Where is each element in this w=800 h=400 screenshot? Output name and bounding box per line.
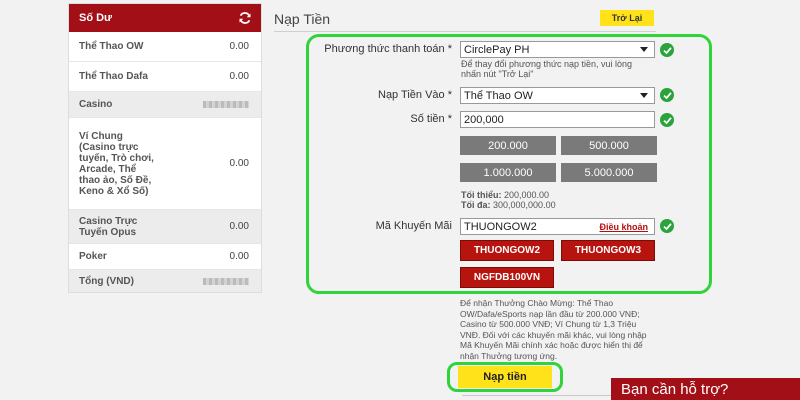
promo-code-button-1[interactable]: THUONGOW2 — [460, 240, 554, 261]
balance-row-common-wallet: Ví Chung (Casino trực tuyến, Trò chơi, A… — [69, 118, 261, 210]
balance-title: Số Dư — [79, 12, 113, 24]
balance-header: Số Dư — [69, 4, 261, 32]
masked-value — [203, 101, 249, 108]
min-amount: Tối thiểu: 200,000.00 — [461, 190, 550, 200]
promo-code-button-3[interactable]: NGFDB100VN — [460, 267, 554, 288]
quick-amount-200000[interactable]: 200.000 — [460, 136, 556, 155]
quick-amount-5000000[interactable]: 5.000.000 — [561, 163, 657, 182]
page-heading: Nạp Tiền Trở Lại — [274, 8, 656, 32]
balance-row-dafa: Thể Thao Dafa 0.00 — [69, 62, 261, 92]
divider — [462, 395, 612, 396]
deposit-to-select[interactable]: Thể Thao OW — [460, 87, 655, 104]
payment-method-select[interactable]: CirclePay PH — [460, 41, 655, 58]
balance-row-opus: Casino Trực Tuyến Opus 0.00 — [69, 210, 261, 244]
masked-value — [203, 277, 249, 285]
amount-label: Số tiền * — [410, 113, 452, 125]
max-amount: Tối đa: 300,000,000.00 — [461, 200, 556, 210]
page-title: Nạp Tiền — [274, 11, 331, 27]
quick-amount-500000[interactable]: 500.000 — [561, 136, 657, 155]
deposit-submit-button[interactable]: Nạp tiền — [458, 366, 552, 388]
promo-code-input[interactable]: THUONGOW2 Điều khoản — [460, 218, 655, 235]
promo-code-button-2[interactable]: THUONGOW3 — [561, 240, 655, 261]
payment-method-note-2: nhấn nút "Trở Lại" — [461, 69, 534, 79]
terms-link[interactable]: Điều khoản — [599, 222, 648, 232]
payment-method-note-1: Để thay đổi phương thức nạp tiền, vui lò… — [461, 59, 633, 69]
check-icon — [660, 219, 674, 233]
balance-row-casino: Casino — [69, 92, 261, 118]
back-button[interactable]: Trở Lại — [600, 10, 654, 26]
refresh-icon[interactable] — [238, 11, 252, 25]
payment-method-label: Phương thức thanh toán * — [324, 43, 452, 55]
check-icon — [660, 113, 674, 127]
chevron-down-icon — [640, 93, 648, 98]
quick-amount-1000000[interactable]: 1.000.000 — [460, 163, 556, 182]
balance-row-total: Tổng (VND) — [69, 270, 261, 292]
chevron-down-icon — [640, 47, 648, 52]
balance-row-poker: Poker 0.00 — [69, 244, 261, 270]
promo-code-label: Mã Khuyến Mãi — [375, 220, 452, 232]
deposit-to-label: Nạp Tiền Vào * — [378, 89, 452, 101]
welcome-bonus-note: Để nhận Thưởng Chào Mừng: Thể Thao OW/Da… — [460, 298, 647, 361]
balance-panel: Số Dư Thể Thao OW 0.00 Thể Thao Dafa 0.0… — [68, 3, 262, 293]
amount-input[interactable]: 200,000 — [460, 111, 655, 128]
balance-row-ow: Thể Thao OW 0.00 — [69, 32, 261, 62]
check-icon — [660, 43, 674, 57]
help-chat-button[interactable]: Bạn cần hỗ trợ? — [611, 378, 800, 400]
check-icon — [660, 88, 674, 102]
